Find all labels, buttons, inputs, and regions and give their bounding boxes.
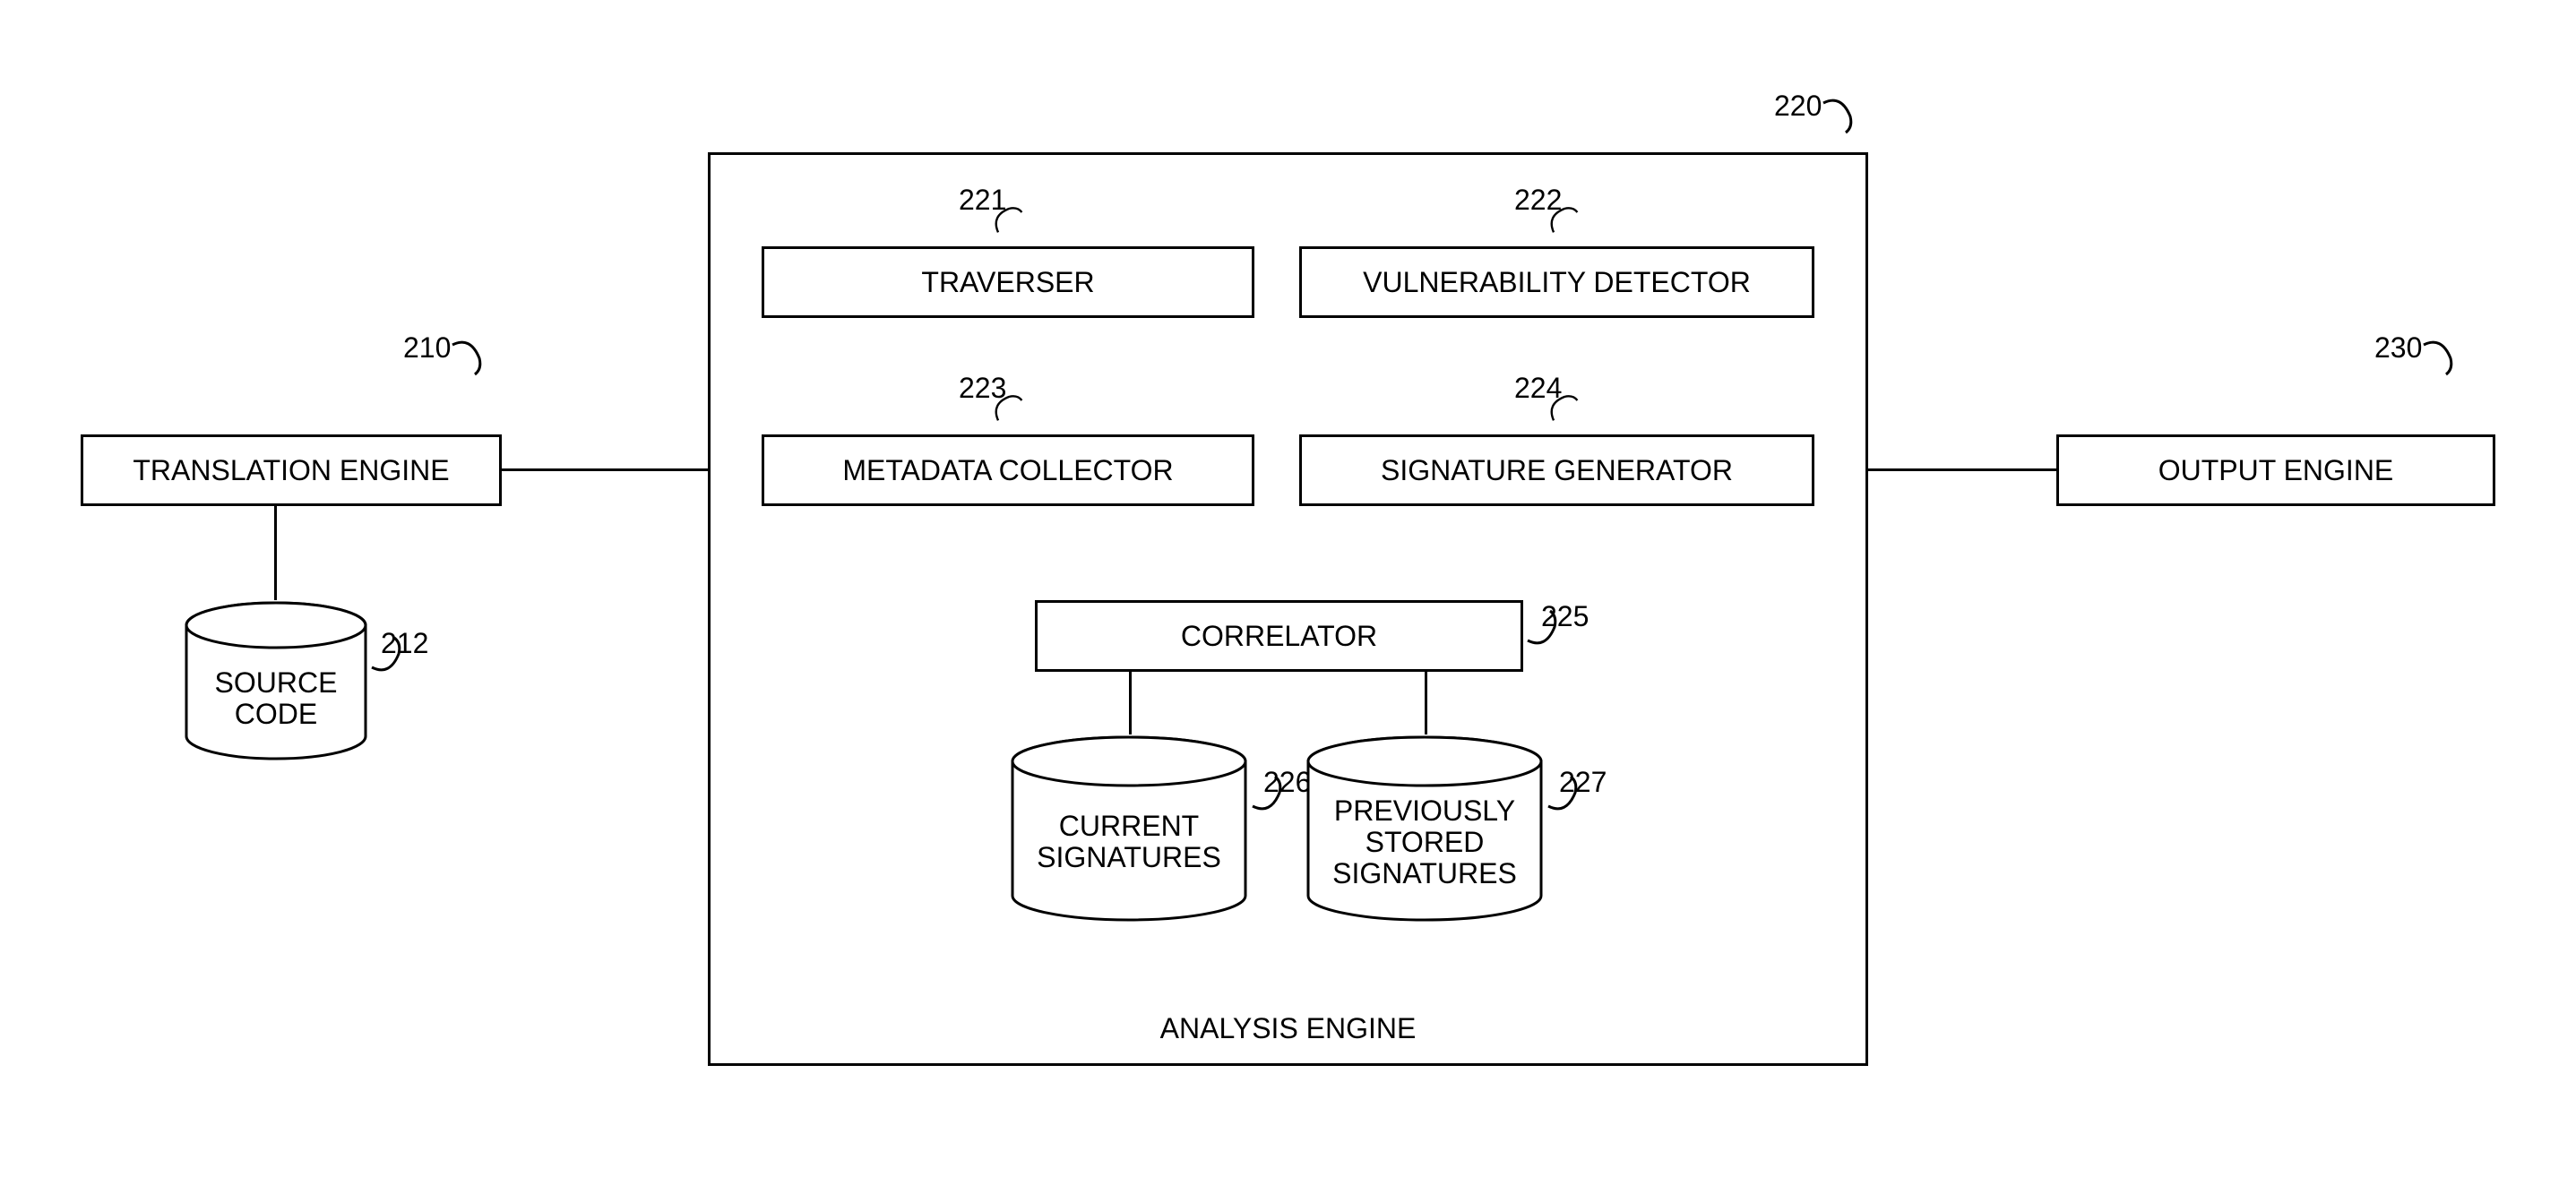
current-signatures-label: CURRENT SIGNATURES — [1008, 811, 1250, 873]
conn-translation-analysis — [502, 468, 708, 471]
output-engine-label: OUTPUT ENGINE — [2158, 454, 2394, 487]
refnum-210: 210 — [403, 331, 451, 365]
hook-227 — [1544, 775, 1589, 811]
translation-engine-box: TRANSLATION ENGINE — [81, 434, 502, 506]
conn-analysis-output — [1868, 468, 2056, 471]
hook-226 — [1248, 775, 1293, 811]
correlator-box: CORRELATOR — [1035, 600, 1523, 672]
hook-222 — [1550, 205, 1586, 234]
source-code-label: SOURCE CODE — [182, 667, 370, 730]
correlator-label: CORRELATOR — [1181, 620, 1377, 653]
signature-generator-box: SIGNATURE GENERATOR — [1299, 434, 1814, 506]
refnum-230: 230 — [2374, 331, 2422, 365]
metadata-collector-label: METADATA COLLECTOR — [842, 454, 1173, 487]
translation-engine-label: TRANSLATION ENGINE — [133, 454, 449, 487]
conn-correlator-prev — [1425, 672, 1427, 734]
refnum-220: 220 — [1774, 90, 1822, 123]
vuln-detector-box: VULNERABILITY DETECTOR — [1299, 246, 1814, 318]
hook-223 — [995, 393, 1030, 422]
metadata-collector-box: METADATA COLLECTOR — [762, 434, 1254, 506]
vuln-detector-label: VULNERABILITY DETECTOR — [1363, 266, 1751, 299]
hook-230 — [2419, 340, 2464, 376]
hook-210 — [448, 340, 493, 376]
conn-translation-source — [274, 506, 277, 600]
hook-221 — [995, 205, 1030, 234]
hook-225 — [1523, 609, 1568, 645]
output-engine-box: OUTPUT ENGINE — [2056, 434, 2495, 506]
signature-generator-label: SIGNATURE GENERATOR — [1381, 454, 1733, 487]
hook-220 — [1819, 99, 1864, 134]
hook-212 — [367, 636, 412, 672]
conn-correlator-current — [1129, 672, 1132, 734]
hook-224 — [1550, 393, 1586, 422]
diagram-canvas: TRANSLATION ENGINE 210 SOURCE CODE 212 A… — [0, 0, 2576, 1194]
prev-signatures-label: PREVIOUSLY STORED SIGNATURES — [1304, 795, 1546, 890]
traverser-box: TRAVERSER — [762, 246, 1254, 318]
traverser-label: TRAVERSER — [921, 266, 1094, 299]
analysis-engine-label: ANALYSIS ENGINE — [711, 1012, 1865, 1045]
